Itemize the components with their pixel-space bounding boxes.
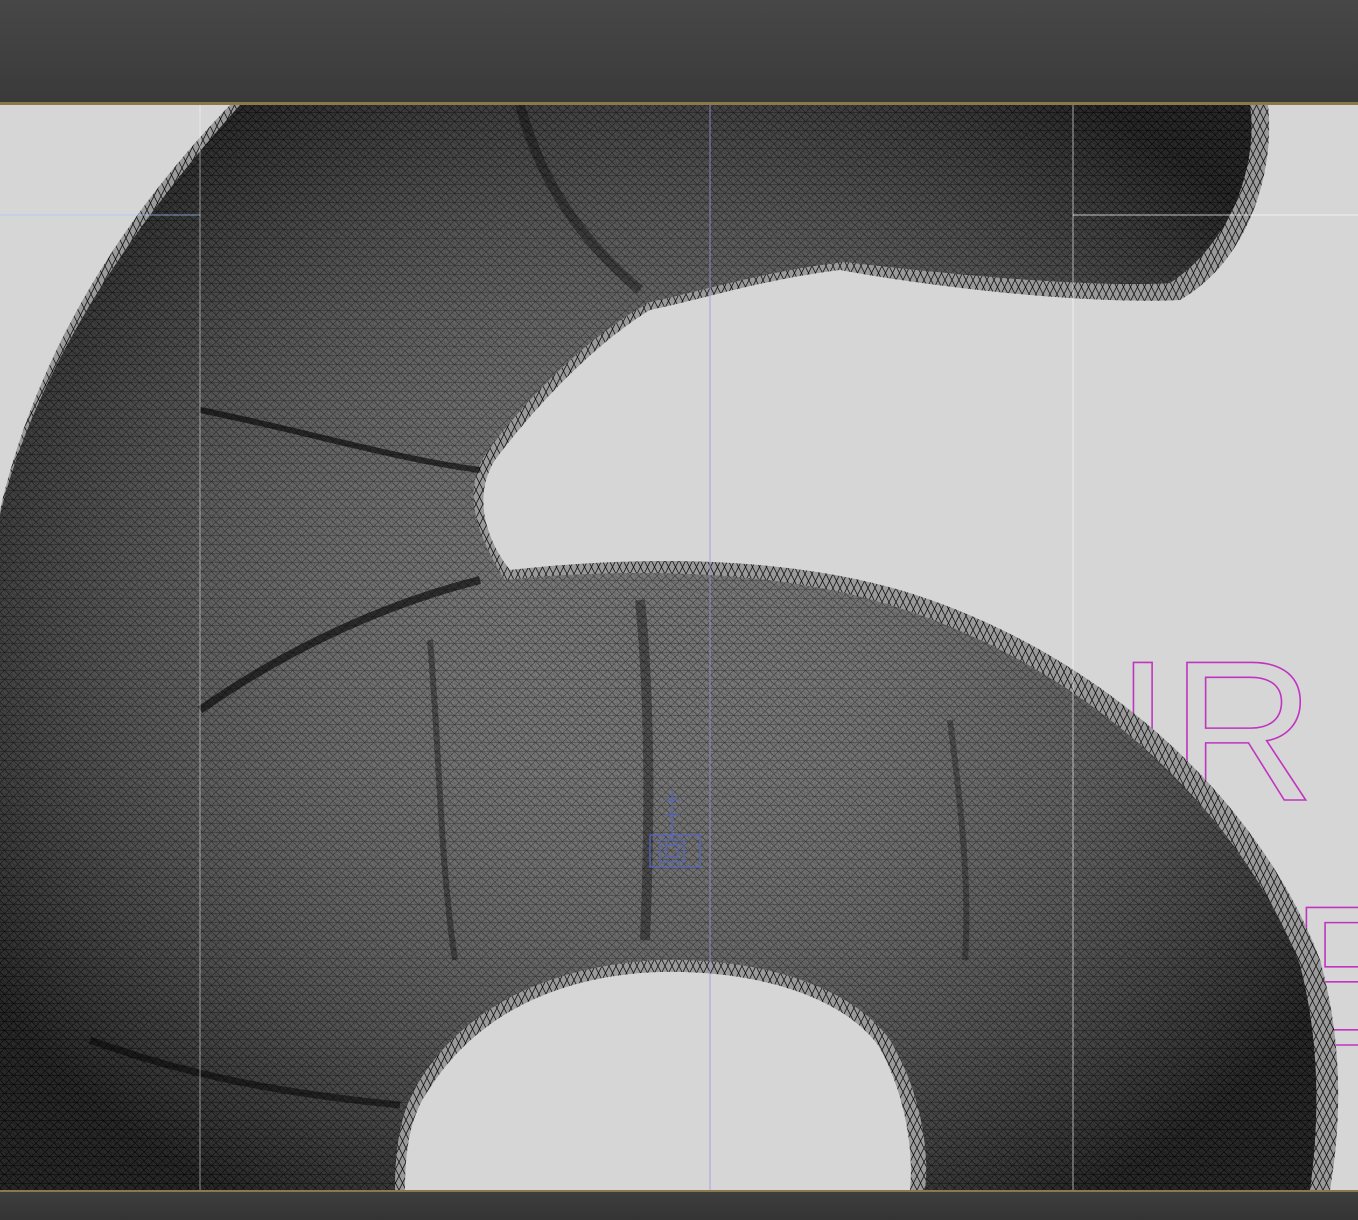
viewport-canvas[interactable]: IR E ER bbox=[0, 105, 1358, 1190]
app-window: IR E ER bbox=[0, 0, 1358, 1220]
3d-viewport[interactable]: IR E ER bbox=[0, 105, 1358, 1190]
top-toolbar bbox=[0, 0, 1358, 105]
bottom-status-bar bbox=[0, 1190, 1358, 1220]
